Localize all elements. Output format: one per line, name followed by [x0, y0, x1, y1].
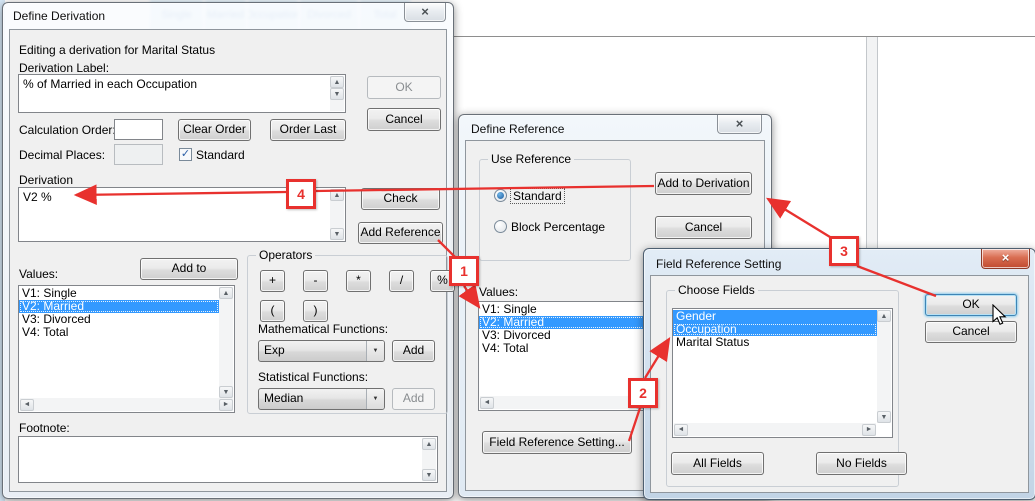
scroll-left-icon[interactable]: ◄	[20, 399, 34, 411]
operator-close-paren-button[interactable]: )	[303, 300, 328, 322]
operator-multiply-button[interactable]: *	[346, 270, 371, 292]
dialog-title: Field Reference Setting	[656, 257, 781, 271]
operator-divide-button[interactable]: /	[389, 270, 414, 292]
fields-listbox[interactable]: Gender Occupation Marital Status ▲ ▼ ◄ ►	[672, 308, 893, 438]
annotation-step-1: 1	[449, 256, 479, 286]
footnote-caption: Footnote:	[19, 421, 70, 435]
field-reference-setting-dialog: Field Reference Setting × Choose Fields …	[643, 248, 1035, 500]
scroll-up-icon[interactable]: ▲	[877, 310, 891, 322]
scrollbar[interactable]: ▲ ▼	[330, 76, 344, 111]
block-percentage-radio-label[interactable]: Block Percentage	[511, 220, 605, 234]
order-last-button[interactable]: Order Last	[270, 119, 346, 141]
clear-order-button[interactable]: Clear Order	[178, 119, 251, 141]
define-derivation-dialog: Define Derivation × Editing a derivation…	[2, 2, 454, 499]
standard-radio-label[interactable]: Standard	[511, 189, 564, 203]
cancel-button[interactable]: Cancel	[367, 108, 441, 131]
scroll-left-icon[interactable]: ◄	[674, 424, 688, 436]
footnote-input[interactable]: ▲ ▼	[18, 436, 438, 483]
values-listbox[interactable]: V1: Single V2: Married V3: Divorced V4: …	[478, 301, 652, 411]
scroll-up-icon[interactable]: ▲	[330, 189, 344, 201]
scrollbar[interactable]: ◄ ►	[674, 423, 876, 436]
block-percentage-radio[interactable]	[494, 220, 507, 233]
scroll-up-icon[interactable]: ▲	[422, 438, 436, 450]
operator-minus-button[interactable]: -	[303, 270, 328, 292]
list-item[interactable]: Marital Status	[673, 336, 877, 349]
scrollbar[interactable]: ▲ ▼	[219, 287, 233, 398]
cancel-button[interactable]: Cancel	[655, 216, 752, 239]
values-caption: Values:	[479, 285, 518, 299]
standard-checkbox-label: Standard	[196, 148, 245, 162]
calculation-order-input[interactable]	[114, 119, 163, 140]
scroll-right-icon[interactable]: ►	[219, 399, 233, 411]
scroll-up-icon[interactable]: ▲	[330, 76, 344, 88]
derivation-value: V2 %	[23, 190, 329, 204]
stat-functions-caption: Statistical Functions:	[258, 370, 368, 384]
annotation-step-4: 4	[286, 179, 316, 209]
decimal-places-caption: Decimal Places:	[19, 148, 105, 162]
close-icon[interactable]: ×	[717, 115, 762, 134]
scroll-down-icon[interactable]: ▼	[877, 411, 891, 423]
scroll-left-icon[interactable]: ◄	[480, 397, 494, 409]
screen: Single Married Occupation Divorced Total…	[0, 0, 1035, 501]
derivation-label-caption: Derivation Label:	[19, 61, 109, 75]
background-window-divider	[452, 36, 1035, 37]
operator-open-paren-button[interactable]: (	[260, 300, 285, 322]
close-icon[interactable]: ×	[404, 3, 446, 22]
background-scrollbar	[866, 37, 878, 249]
scrollbar[interactable]: ◄ ►	[480, 396, 650, 409]
standard-checkbox[interactable]: ✓	[179, 148, 192, 161]
math-functions-select[interactable]: Exp ▼	[258, 340, 385, 362]
annotation-step-3: 3	[829, 236, 859, 266]
scrollbar[interactable]: ◄ ►	[20, 398, 233, 411]
dialog-title: Define Reference	[471, 122, 564, 136]
scroll-right-icon[interactable]: ►	[862, 424, 876, 436]
stat-add-button[interactable]: Add	[392, 388, 435, 410]
chevron-down-icon[interactable]: ▼	[366, 341, 384, 361]
editing-derivation-text: Editing a derivation for Marital Status	[19, 43, 215, 57]
scroll-up-icon[interactable]: ▲	[219, 287, 233, 299]
derivation-label-value: % of Married in each Occupation	[23, 77, 329, 91]
add-reference-button[interactable]: Add Reference	[358, 222, 443, 244]
derivation-label-input[interactable]: % of Married in each Occupation ▲ ▼	[18, 74, 346, 113]
check-button[interactable]: Check	[361, 188, 440, 210]
scroll-down-icon[interactable]: ▼	[219, 386, 233, 398]
math-functions-caption: Mathematical Functions:	[258, 322, 388, 336]
scrollbar[interactable]: ▲ ▼	[422, 438, 436, 481]
mouse-cursor	[992, 304, 1007, 326]
dialog-title: Define Derivation	[13, 9, 105, 23]
list-item[interactable]: V4: Total	[19, 326, 219, 339]
math-functions-value: Exp	[264, 343, 285, 357]
no-fields-button[interactable]: No Fields	[816, 452, 907, 475]
scroll-down-icon[interactable]: ▼	[330, 228, 344, 240]
scrollbar[interactable]: ▲ ▼	[877, 310, 891, 423]
add-to-expression-button[interactable]: Add to Expression	[140, 258, 238, 280]
values-caption: Values:	[19, 267, 58, 281]
choose-fields-group-caption: Choose Fields	[675, 283, 758, 297]
values-listbox[interactable]: V1: Single V2: Married V3: Divorced V4: …	[18, 285, 235, 413]
math-add-button[interactable]: Add	[392, 340, 435, 362]
calculation-order-caption: Calculation Order:	[19, 123, 116, 137]
use-reference-group: Use Reference Standard Block Percentage	[479, 159, 631, 261]
operators-group-caption: Operators	[256, 248, 315, 262]
add-to-derivation-button[interactable]: Add to Derivation	[655, 172, 752, 195]
ok-button[interactable]: OK	[367, 76, 441, 99]
chevron-down-icon[interactable]: ▼	[366, 389, 384, 409]
use-reference-group-caption: Use Reference	[488, 152, 574, 166]
field-reference-setting-button[interactable]: Field Reference Setting...	[482, 431, 632, 454]
scroll-down-icon[interactable]: ▼	[330, 88, 344, 100]
close-icon[interactable]: ×	[981, 249, 1030, 269]
scroll-down-icon[interactable]: ▼	[422, 469, 436, 481]
all-fields-button[interactable]: All Fields	[671, 452, 764, 475]
standard-radio[interactable]	[494, 189, 507, 202]
stat-functions-select[interactable]: Median ▼	[258, 388, 385, 410]
operators-group: Operators + - * / % ( ) Mathematical Fun…	[247, 255, 448, 414]
decimal-places-input[interactable]	[114, 144, 163, 165]
annotation-step-2: 2	[628, 378, 658, 408]
operator-plus-button[interactable]: +	[260, 270, 285, 292]
list-item[interactable]: V4: Total	[479, 342, 651, 355]
stat-functions-value: Median	[264, 391, 303, 405]
scrollbar[interactable]: ▲ ▼	[330, 189, 344, 240]
derivation-caption: Derivation	[19, 173, 73, 187]
